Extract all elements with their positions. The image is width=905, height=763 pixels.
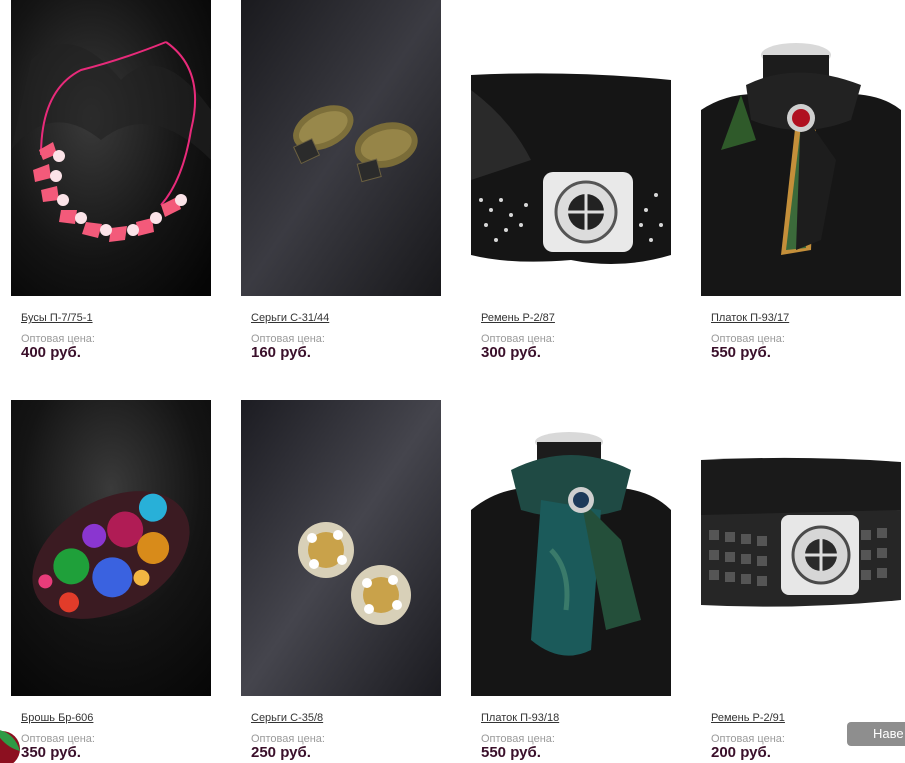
product-photo[interactable] [241,0,441,296]
product-grid: Бусы П-7/75-1 Оптовая цена: 400 руб. Сер… [0,0,905,763]
belt-image [471,0,671,296]
product-name-link[interactable]: Платок П-93/17 [711,312,789,324]
crystal-earrings-image [241,400,441,696]
product-card[interactable]: Ремень Р-2/87 Оптовая цена: 300 руб. [471,0,671,361]
product-price: 400 руб. [21,344,81,361]
product-photo[interactable] [471,400,671,696]
product-price: 350 руб. [21,744,81,761]
product-name-link[interactable]: Серьги С-35/8 [251,712,323,724]
studded-belt-image [701,400,901,696]
brooch-image [11,400,211,696]
corner-widget[interactable] [0,721,24,763]
scarf-image [701,0,901,296]
product-name-link[interactable]: Ремень Р-2/87 [481,312,555,324]
product-card[interactable]: Ремень Р-2/91 Оптовая цена: 200 руб. [701,400,901,761]
product-card[interactable]: Платок П-93/17 Оптовая цена: 550 руб. [701,0,901,361]
product-card[interactable]: Серьги С-31/44 Оптовая цена: 160 руб. [241,0,441,361]
product-photo[interactable] [701,400,901,696]
product-card[interactable]: Платок П-93/18 Оптовая цена: 550 руб. [471,400,671,761]
product-card[interactable]: Брошь Бр-606 Оптовая цена: 350 руб. [11,400,211,761]
product-name-link[interactable]: Платок П-93/18 [481,712,559,724]
product-price: 300 руб. [481,344,541,361]
product-price: 160 руб. [251,344,311,361]
product-price: 200 руб. [711,744,771,761]
product-price: 250 руб. [251,744,311,761]
product-photo[interactable] [241,400,441,696]
necklace-image [11,0,211,296]
product-photo[interactable] [701,0,901,296]
product-price: 550 руб. [711,344,771,361]
product-name-link[interactable]: Серьги С-31/44 [251,312,329,324]
teal-scarf-image [471,400,671,696]
scroll-to-top-button[interactable]: Наве [847,722,905,746]
product-card[interactable]: Бусы П-7/75-1 Оптовая цена: 400 руб. [11,0,211,361]
product-name-link[interactable]: Брошь Бр-606 [21,712,93,724]
product-name-link[interactable]: Ремень Р-2/91 [711,712,785,724]
product-card[interactable]: Серьги С-35/8 Оптовая цена: 250 руб. [241,400,441,761]
product-name-link[interactable]: Бусы П-7/75-1 [21,312,93,324]
product-price: 550 руб. [481,744,541,761]
product-photo[interactable] [471,0,671,296]
leaf-icon [0,730,20,763]
product-photo[interactable] [11,400,211,696]
earrings-image [241,0,441,296]
product-photo[interactable] [11,0,211,296]
